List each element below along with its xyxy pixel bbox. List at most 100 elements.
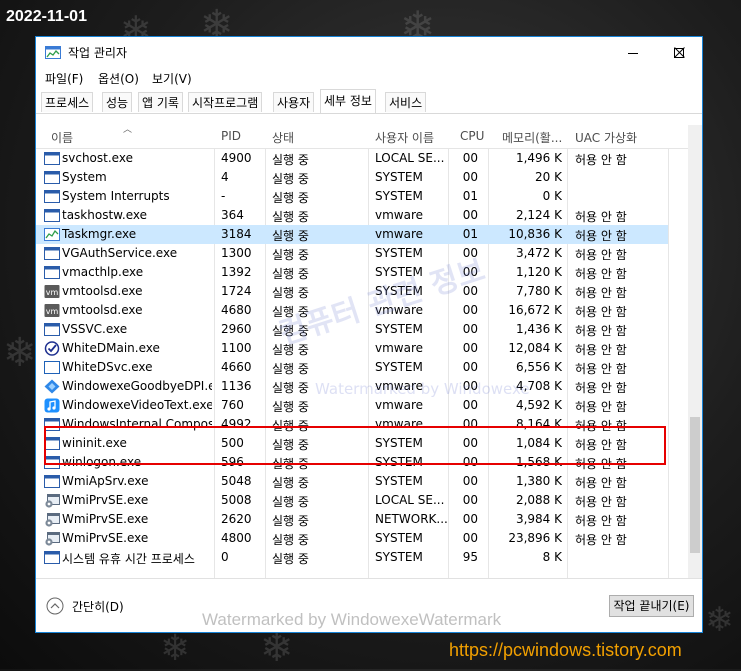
process-name: WmiApSrv.exe	[62, 474, 149, 488]
close-button[interactable]	[656, 37, 702, 68]
process-status: 실행 중	[272, 495, 309, 509]
process-pid: 3184	[221, 227, 252, 241]
fewer-details-button[interactable]: 간단히(D)	[46, 597, 124, 615]
process-pid: 1392	[221, 265, 252, 279]
minimize-button[interactable]	[610, 37, 656, 68]
column-header-memory[interactable]: 메모리(활...	[502, 129, 562, 146]
column-header-uac[interactable]: UAC 가상화	[575, 129, 637, 146]
process-memory: 2,088 K	[515, 493, 562, 507]
table-row[interactable]: WhiteDMain.exe 1100 실행 중 vmware 00 12,084 K 허용…	[36, 339, 668, 358]
process-uac: 허용 안 함	[575, 514, 627, 528]
process-memory: 3,472 K	[515, 246, 562, 260]
process-memory: 20 K	[535, 170, 562, 184]
svg-text:vm: vm	[46, 288, 59, 297]
process-user: vmware	[375, 208, 424, 222]
table-row[interactable]: WmiApSrv.exe 5048 실행 중 SYSTEM 00 1,380 K 허용 안 …	[36, 472, 668, 491]
process-status: 실행 중	[272, 172, 309, 186]
column-header-user[interactable]: 사용자 이름	[375, 129, 434, 146]
check-circle-icon	[44, 341, 60, 356]
process-user: LOCAL SE...	[375, 493, 445, 507]
table-row[interactable]: System Interrupts - 실행 중 SYSTEM 01 0 K	[36, 187, 668, 206]
table-row[interactable]: System 4 실행 중 SYSTEM 00 20 K	[36, 168, 668, 187]
process-name: WmiPrvSE.exe	[62, 512, 149, 526]
process-cpu: 00	[462, 170, 478, 184]
title-bar[interactable]: 작업 관리자	[36, 37, 702, 68]
gear-window-icon	[45, 494, 60, 508]
table-row[interactable]: VGAuthService.exe 1300 실행 중 SYSTEM 00 3,472 K…	[36, 244, 668, 263]
scrollbar-thumb[interactable]	[690, 417, 700, 553]
process-memory: 23,896 K	[508, 531, 562, 545]
process-memory: 0 K	[542, 189, 562, 203]
process-pid: 364	[221, 208, 244, 222]
process-cpu: 95	[462, 550, 478, 564]
table-row[interactable]: vmacthlp.exe 1392 실행 중 SYSTEM 00 1,120 K 허용 안 …	[36, 263, 668, 282]
process-status: 실행 중	[272, 400, 309, 414]
end-task-button[interactable]: 작업 끝내기(E)	[609, 595, 694, 617]
process-name: VGAuthService.exe	[62, 246, 178, 260]
process-pid: 4660	[221, 360, 252, 374]
process-name: System	[62, 170, 107, 184]
menu-view[interactable]: 보기(V)	[152, 70, 192, 87]
process-cpu: 00	[462, 341, 478, 355]
process-user: SYSTEM	[375, 455, 423, 469]
tab-details[interactable]: 세부 정보	[320, 89, 376, 113]
table-row[interactable]: Taskmgr.exe 3184 실행 중 vmware 01 10,836 K 허용 안 …	[36, 225, 668, 244]
table-row[interactable]: WhiteDSvc.exe 4660 실행 중 SYSTEM 00 6,556 K 허용 안…	[36, 358, 668, 377]
process-memory: 3,984 K	[515, 512, 562, 526]
process-name: VSSVC.exe	[62, 322, 128, 336]
tab-processes[interactable]: 프로세스	[41, 92, 94, 112]
snowflake-decoration: ❄	[705, 600, 734, 640]
process-uac: 허용 안 함	[575, 419, 627, 433]
window-icon	[44, 437, 60, 450]
window-icon	[44, 171, 60, 184]
process-pid: 5008	[221, 493, 252, 507]
process-name: 시스템 유휴 시간 프로세스	[62, 552, 195, 566]
process-name: WindowexeVideoText.exe	[62, 398, 212, 412]
vertical-scrollbar[interactable]	[688, 125, 702, 578]
tab-users[interactable]: 사용자	[273, 92, 315, 112]
process-pid: 1300	[221, 246, 252, 260]
tab-app-history[interactable]: 앱 기록	[138, 92, 183, 112]
process-pid: 4900	[221, 151, 252, 165]
tab-startup[interactable]: 시작프로그램	[188, 92, 263, 112]
process-pid: 1100	[221, 341, 252, 355]
table-row[interactable]: taskhostw.exe 364 실행 중 vmware 00 2,124 K 허용 안 …	[36, 206, 668, 225]
tab-performance[interactable]: 성능	[102, 92, 133, 112]
process-name: vmacthlp.exe	[62, 265, 144, 279]
process-memory: 1,436 K	[515, 322, 562, 336]
table-row[interactable]: wininit.exe 500 실행 중 SYSTEM 00 1,084 K 허용 안 함	[36, 434, 668, 453]
column-header-cpu[interactable]: CPU	[460, 129, 484, 143]
menu-file[interactable]: 파일(F)	[45, 70, 83, 87]
column-header-status[interactable]: 상태	[272, 129, 294, 146]
process-name: taskhostw.exe	[62, 208, 147, 222]
table-row[interactable]: WindowexeVideoText.exe 760 실행 중 vmware 00 4,5…	[36, 396, 668, 415]
blank-window-icon	[44, 361, 60, 374]
table-row[interactable]: WmiPrvSE.exe 2620 실행 중 NETWORK... 00 3,984 K 허…	[36, 510, 668, 529]
process-memory: 1,084 K	[515, 436, 562, 450]
table-row[interactable]: winlogon.exe 596 실행 중 SYSTEM 00 1,568 K 허용 안 함	[36, 453, 668, 472]
sort-ascending-icon: ︿	[123, 125, 133, 135]
process-status: 실행 중	[272, 248, 309, 262]
fewer-details-label: 간단히(D)	[72, 599, 124, 614]
menu-bar: 파일(F) 옵션(O) 보기(V)	[36, 68, 702, 88]
process-cpu: 00	[462, 474, 478, 488]
process-pid: 760	[221, 398, 244, 412]
process-name: WmiPrvSE.exe	[62, 493, 149, 507]
table-row[interactable]: WmiPrvSE.exe 5008 실행 중 LOCAL SE... 00 2,088 K…	[36, 491, 668, 510]
process-uac: 허용 안 함	[575, 210, 627, 224]
column-header-pid[interactable]: PID	[221, 129, 241, 143]
menu-options[interactable]: 옵션(O)	[98, 70, 139, 87]
snowflake-decoration: ❄	[160, 628, 191, 669]
process-cpu: 00	[462, 303, 478, 317]
task-manager-icon	[44, 228, 60, 241]
process-uac: 허용 안 함	[575, 438, 627, 452]
process-user: SYSTEM	[375, 170, 423, 184]
tab-services[interactable]: 서비스	[385, 92, 427, 112]
table-row[interactable]: WmiPrvSE.exe 4800 실행 중 SYSTEM 00 23,896 K 허용 안…	[36, 529, 668, 548]
process-uac: 허용 안 함	[575, 153, 627, 167]
process-pid: 4800	[221, 531, 252, 545]
table-row[interactable]: 시스템 유휴 시간 프로세스 0 실행 중 SYSTEM 95 8 K	[36, 548, 668, 567]
column-header-name[interactable]: 이름	[51, 129, 73, 146]
table-row[interactable]: svchost.exe 4900 실행 중 LOCAL SE... 00 1,496 K 허…	[36, 149, 668, 168]
table-row[interactable]: WindowsInternal.Compos... 4992 실행 중 vmware 0…	[36, 415, 668, 434]
